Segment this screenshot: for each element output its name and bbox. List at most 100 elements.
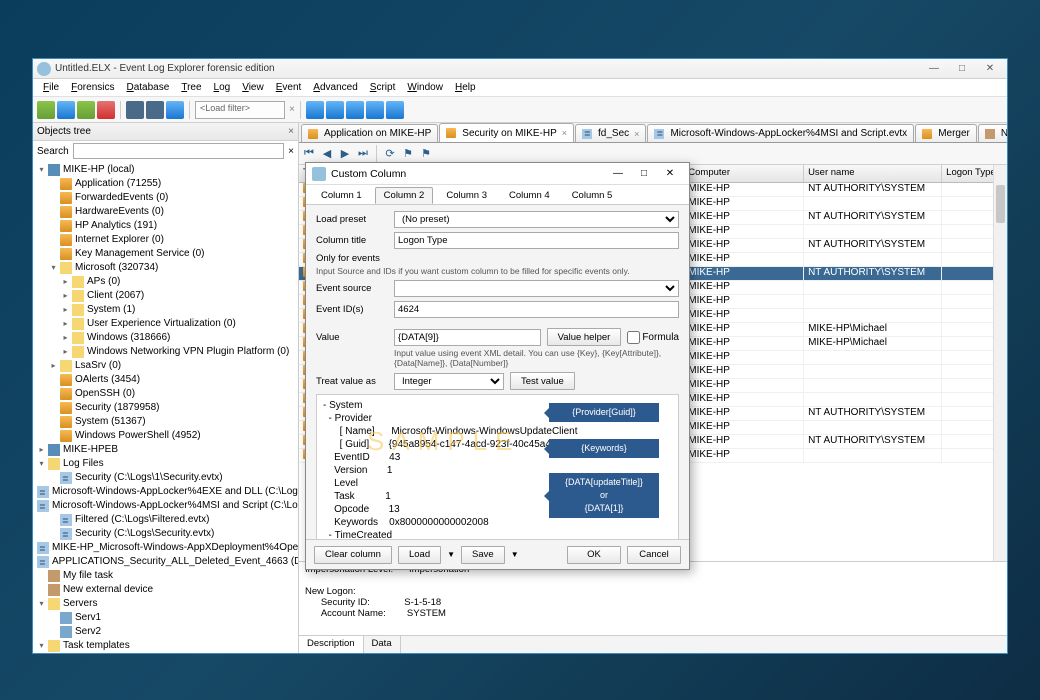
tree-node[interactable]: Key Management Service (0) bbox=[33, 247, 298, 261]
dialog-tab[interactable]: Column 3 bbox=[437, 187, 496, 204]
maximize-button[interactable]: □ bbox=[949, 61, 975, 77]
load-button[interactable]: Load bbox=[398, 546, 441, 564]
tree-node[interactable]: ▸MIKE-HPEB bbox=[33, 443, 298, 457]
refresh-icon[interactable]: ⟳ bbox=[382, 146, 398, 162]
menu-view[interactable]: View bbox=[236, 80, 270, 95]
clear-column-button[interactable]: Clear column bbox=[314, 546, 392, 564]
tree-node[interactable]: Security (C:\Logs\1\Security.evtx) bbox=[33, 471, 298, 485]
close-button[interactable]: ✕ bbox=[977, 61, 1003, 77]
tree-search-input[interactable] bbox=[73, 143, 284, 159]
prev-icon[interactable]: ◀ bbox=[319, 146, 335, 162]
event-source-select[interactable] bbox=[394, 280, 679, 297]
dialog-maximize-icon[interactable]: □ bbox=[631, 165, 657, 183]
tree-node[interactable]: HP Analytics (191) bbox=[33, 219, 298, 233]
dialog-tab[interactable]: Column 5 bbox=[563, 187, 622, 204]
value-helper-button[interactable]: Value helper bbox=[547, 328, 622, 346]
tree-node[interactable]: ▸Windows Networking VPN Plugin Platform … bbox=[33, 345, 298, 359]
tree-node[interactable]: ▸APs (0) bbox=[33, 275, 298, 289]
tree-node[interactable]: ▾Microsoft (320734) bbox=[33, 261, 298, 275]
magnifier-icon[interactable] bbox=[366, 101, 384, 119]
tree-node[interactable]: OpenSSH (0) bbox=[33, 387, 298, 401]
menu-database[interactable]: Database bbox=[120, 80, 175, 95]
tree-node[interactable]: ▾Task templates bbox=[33, 639, 298, 653]
tree-node[interactable]: Filtered (C:\Logs\Filtered.evtx) bbox=[33, 513, 298, 527]
menu-advanced[interactable]: Advanced bbox=[307, 80, 363, 95]
tree-node[interactable]: Internet Explorer (0) bbox=[33, 233, 298, 247]
tree-node[interactable]: MIKE-HP_Microsoft-Windows-AppXDeployment… bbox=[33, 541, 298, 555]
grid-col-header[interactable]: User name bbox=[804, 165, 942, 182]
tree-node[interactable]: Microsoft-Windows-AppLocker%4EXE and DLL… bbox=[33, 485, 298, 499]
tree-node[interactable]: ▾Log Files bbox=[33, 457, 298, 471]
doc-tab[interactable]: Security on MIKE-HP× bbox=[439, 123, 574, 142]
tab-close-icon[interactable]: × bbox=[562, 128, 567, 138]
tree-node[interactable]: ▾Servers bbox=[33, 597, 298, 611]
treat-value-select[interactable]: Integer bbox=[394, 373, 504, 390]
menu-help[interactable]: Help bbox=[449, 80, 482, 95]
tree-node[interactable]: My file task bbox=[33, 569, 298, 583]
event-ids-input[interactable] bbox=[394, 301, 679, 318]
tree-node[interactable]: Serv2 bbox=[33, 625, 298, 639]
doc-tab[interactable]: Merger bbox=[915, 124, 977, 142]
tab-close-icon[interactable]: × bbox=[634, 129, 639, 139]
save-button[interactable]: Save bbox=[461, 546, 505, 564]
doc-tab[interactable]: Application on MIKE-HP bbox=[301, 124, 438, 142]
tree-node[interactable]: Serv1 bbox=[33, 611, 298, 625]
menu-log[interactable]: Log bbox=[208, 80, 237, 95]
filter-select[interactable]: <Load filter> bbox=[195, 101, 285, 119]
test-value-button[interactable]: Test value bbox=[510, 372, 575, 390]
binoculars-icon[interactable] bbox=[346, 101, 364, 119]
tool-b-icon[interactable] bbox=[326, 101, 344, 119]
save-icon[interactable] bbox=[146, 101, 164, 119]
tree-node[interactable]: New external device bbox=[33, 583, 298, 597]
dialog-minimize-icon[interactable]: — bbox=[605, 165, 631, 183]
menu-event[interactable]: Event bbox=[270, 80, 308, 95]
last-icon[interactable]: ⏭ bbox=[355, 146, 371, 162]
vertical-scrollbar[interactable] bbox=[993, 165, 1007, 561]
tree-node[interactable]: Security (C:\Logs\Security.evtx) bbox=[33, 527, 298, 541]
search-clear-icon[interactable]: × bbox=[288, 146, 294, 157]
tree-node[interactable]: System (51367) bbox=[33, 415, 298, 429]
tree-node[interactable]: ▸System (1) bbox=[33, 303, 298, 317]
next-icon[interactable]: ▶ bbox=[337, 146, 353, 162]
load-preset-select[interactable]: (No preset) bbox=[394, 211, 679, 228]
formula-checkbox[interactable] bbox=[627, 329, 640, 346]
bookmark-b-icon[interactable]: ⚑ bbox=[418, 146, 434, 162]
doc-tab[interactable]: fd_Sec× bbox=[575, 124, 646, 142]
tree-node[interactable]: Application (71255) bbox=[33, 177, 298, 191]
tree-node[interactable]: APPLICATIONS_Security_ALL_Deleted_Event_… bbox=[33, 555, 298, 569]
tree-node[interactable]: ▾MIKE-HP (local) bbox=[33, 163, 298, 177]
doc-tab[interactable]: Microsoft-Windows-AppLocker%4MSI and Scr… bbox=[647, 124, 914, 142]
tree-node[interactable]: HardwareEvents (0) bbox=[33, 205, 298, 219]
tree-node[interactable]: OAlerts (3454) bbox=[33, 373, 298, 387]
filter-close-icon[interactable]: × bbox=[289, 104, 295, 115]
column-title-input[interactable] bbox=[394, 232, 679, 249]
tree-node[interactable]: ▸User Experience Virtualization (0) bbox=[33, 317, 298, 331]
minimize-button[interactable]: — bbox=[921, 61, 947, 77]
menu-script[interactable]: Script bbox=[364, 80, 402, 95]
dialog-tab[interactable]: Column 2 bbox=[375, 187, 434, 204]
tree-node[interactable]: ForwardedEvents (0) bbox=[33, 191, 298, 205]
bookmark-a-icon[interactable]: ⚑ bbox=[400, 146, 416, 162]
ok-button[interactable]: OK bbox=[567, 546, 621, 564]
cancel-button[interactable]: Cancel bbox=[627, 546, 681, 564]
open-log-icon[interactable] bbox=[126, 101, 144, 119]
grid-col-header[interactable]: Computer bbox=[684, 165, 804, 182]
menu-file[interactable]: File bbox=[37, 80, 65, 95]
dialog-tab[interactable]: Column 4 bbox=[500, 187, 559, 204]
new-icon[interactable] bbox=[37, 101, 55, 119]
tab-data[interactable]: Data bbox=[364, 636, 401, 653]
menu-window[interactable]: Window bbox=[401, 80, 449, 95]
tree-node[interactable]: Security (1879958) bbox=[33, 401, 298, 415]
tree-node[interactable]: ▸Windows (318666) bbox=[33, 331, 298, 345]
tree-node[interactable]: ▸LsaSrv (0) bbox=[33, 359, 298, 373]
first-icon[interactable]: ⏮ bbox=[301, 146, 317, 162]
doc-tab[interactable]: New external device bbox=[978, 124, 1007, 142]
dialog-close-icon[interactable]: ✕ bbox=[657, 165, 683, 183]
tree-node[interactable]: Windows PowerShell (4952) bbox=[33, 429, 298, 443]
tree-node[interactable]: Microsoft-Windows-AppLocker%4MSI and Scr… bbox=[33, 499, 298, 513]
filter-funnel-icon[interactable] bbox=[166, 101, 184, 119]
menu-forensics[interactable]: Forensics bbox=[65, 80, 120, 95]
tree-node[interactable]: ▸Client (2067) bbox=[33, 289, 298, 303]
value-input[interactable] bbox=[394, 329, 541, 346]
add-icon[interactable] bbox=[77, 101, 95, 119]
